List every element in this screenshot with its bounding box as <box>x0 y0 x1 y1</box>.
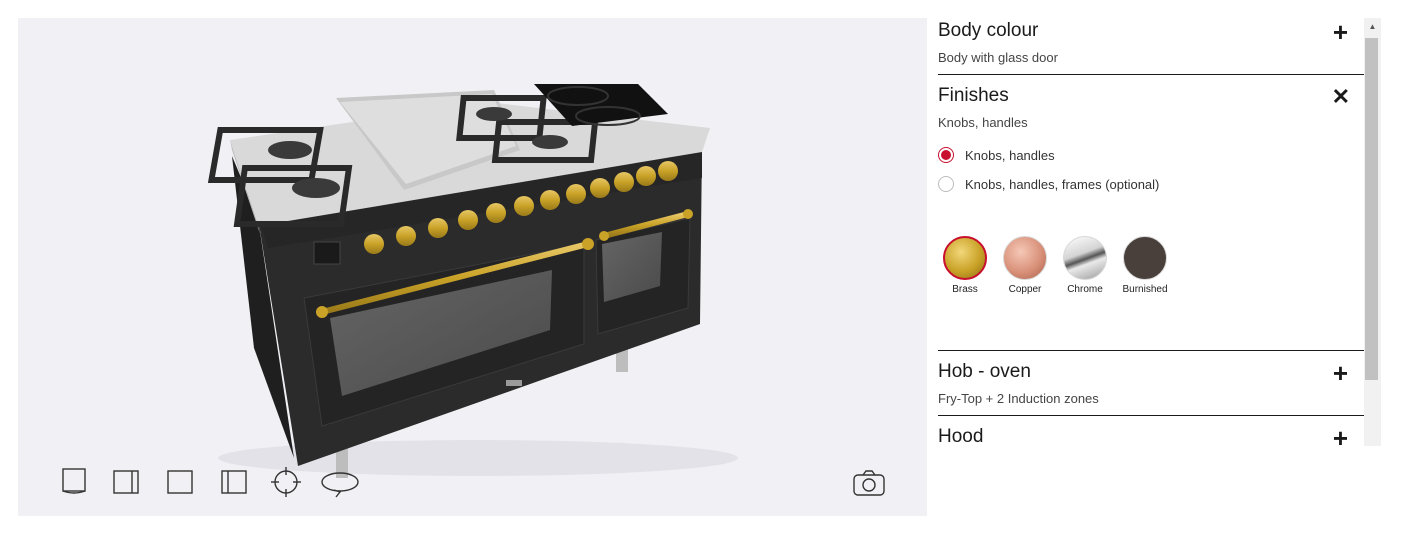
section-title: Finishes <box>938 85 1009 106</box>
expand-icon[interactable]: + <box>1333 19 1348 45</box>
section-body-colour[interactable]: Body colour Body with glass door + <box>938 19 1364 76</box>
expand-icon[interactable]: + <box>1333 360 1348 386</box>
camera-icon[interactable] <box>852 468 886 498</box>
divider <box>938 415 1364 416</box>
swatch-label: Brass <box>952 284 978 295</box>
expand-icon[interactable]: + <box>1333 425 1348 446</box>
product-viewer[interactable] <box>18 18 927 516</box>
swatch-label: Chrome <box>1067 284 1103 295</box>
section-subtitle: Knobs, handles <box>938 115 1028 130</box>
configurator-panel: Body colour Body with glass door + Finis… <box>938 18 1364 446</box>
swatch-circle[interactable] <box>943 236 987 280</box>
section-hood[interactable]: Hood + <box>938 425 1364 446</box>
side-view-icon[interactable] <box>110 466 142 498</box>
swatch-label: Burnished <box>1122 284 1168 295</box>
swatch-burnished[interactable]: Burnished <box>1122 236 1168 295</box>
radio-button[interactable] <box>938 147 954 163</box>
scroll-up-icon[interactable]: ▲ <box>1364 18 1381 35</box>
scrollbar-thumb[interactable] <box>1365 38 1378 380</box>
section-finishes: Finishes Knobs, handles ✕ Knobs, handles… <box>938 85 1364 345</box>
rotate-icon[interactable] <box>320 466 360 498</box>
divider <box>938 350 1364 351</box>
swatch-circle[interactable] <box>1063 236 1107 280</box>
radio-label: Knobs, handles <box>965 147 1055 163</box>
divider <box>938 74 1364 75</box>
radio-button[interactable] <box>938 176 954 192</box>
stove-render <box>207 84 738 478</box>
scrollbar[interactable]: ▲ <box>1364 18 1381 446</box>
top-view-icon[interactable] <box>164 466 196 498</box>
swatch-copper[interactable]: Copper <box>1002 236 1048 295</box>
swatch-circle[interactable] <box>1003 236 1047 280</box>
center-target-icon[interactable] <box>270 466 302 498</box>
section-subtitle: Fry-Top + 2 Induction zones <box>938 391 1099 406</box>
swatch-circle[interactable] <box>1123 236 1167 280</box>
front-view-icon[interactable] <box>58 466 90 498</box>
section-title: Body colour <box>938 20 1039 41</box>
radio-label: Knobs, handles, frames (optional) <box>965 176 1160 192</box>
close-icon[interactable]: ✕ <box>1332 85 1350 109</box>
section-title: Hob - oven <box>938 361 1031 382</box>
section-hob-oven[interactable]: Hob - oven Fry-Top + 2 Induction zones + <box>938 360 1364 411</box>
swatch-brass[interactable]: Brass <box>942 236 988 295</box>
radio-option-knobs-handles[interactable]: Knobs, handles <box>938 145 1055 165</box>
swatch-label: Copper <box>1008 284 1042 295</box>
radio-option-knobs-handles-frames[interactable]: Knobs, handles, frames (optional) <box>938 174 1159 194</box>
swatch-chrome[interactable]: Chrome <box>1062 236 1108 295</box>
section-subtitle: Body with glass door <box>938 50 1058 65</box>
angle-view-icon[interactable] <box>218 466 250 498</box>
section-title: Hood <box>938 426 984 446</box>
